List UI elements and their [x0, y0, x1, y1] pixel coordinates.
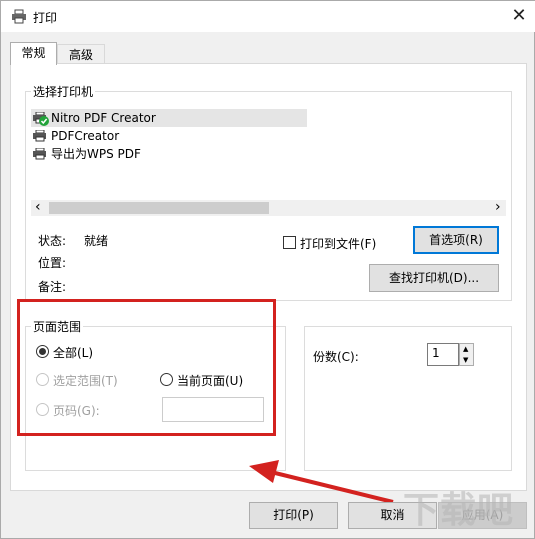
print-button[interactable]: 打印(P)	[249, 502, 338, 529]
title-bar: 打印 ✕	[1, 1, 535, 32]
printer-list: Nitro PDF Creator PDFCreator 导出为WPS PDF	[31, 109, 506, 163]
close-icon[interactable]: ✕	[507, 5, 531, 27]
location-label: 位置:	[38, 256, 67, 270]
printer-icon	[33, 130, 46, 142]
scroll-right-icon[interactable]: ›	[495, 199, 501, 215]
stepper-up-icon[interactable]: ▲	[463, 344, 468, 354]
printer-item-nitro[interactable]: Nitro PDF Creator	[31, 109, 307, 127]
printer-icon	[12, 9, 26, 24]
preferences-button[interactable]: 首选项(R)	[413, 226, 499, 254]
horizontal-scrollbar[interactable]: ‹ ›	[31, 199, 506, 216]
printer-icon	[33, 148, 46, 160]
default-check-icon	[39, 116, 49, 126]
copies-label: 份数(C):	[313, 350, 359, 364]
printer-item-wps-pdf[interactable]: 导出为WPS PDF	[31, 145, 506, 163]
select-printer-legend: 选择打印机	[31, 83, 96, 100]
window-title: 打印	[33, 11, 58, 25]
printer-name: 导出为WPS PDF	[51, 147, 141, 161]
find-printer-button[interactable]: 查找打印机(D)...	[369, 264, 499, 292]
status-value: 就绪	[84, 234, 109, 248]
printer-name: Nitro PDF Creator	[51, 111, 156, 125]
print-to-file-label: 打印到文件(F)	[300, 237, 377, 251]
tab-general[interactable]: 常规	[10, 42, 57, 65]
scroll-left-icon[interactable]: ‹	[35, 199, 41, 215]
scrollbar-thumb[interactable]	[49, 202, 269, 214]
print-dialog: 打印 ✕ 常规 高级 选择打印机 Nitro PDF Creator PDFCr…	[0, 0, 535, 539]
annotation-highlight-box	[17, 299, 276, 436]
annotation-arrow-icon	[249, 460, 394, 504]
copies-input[interactable]: 1	[427, 343, 459, 366]
printer-name: PDFCreator	[51, 129, 120, 143]
printer-item-pdfcreator[interactable]: PDFCreator	[31, 127, 506, 145]
comment-label: 备注:	[38, 280, 67, 294]
tab-advanced[interactable]: 高级	[57, 44, 105, 64]
status-label: 状态:	[38, 234, 67, 248]
stepper-down-icon[interactable]: ▼	[463, 355, 468, 365]
watermark-logo: 下载吧	[403, 490, 515, 531]
copies-stepper[interactable]: ▲ ▼	[459, 343, 474, 366]
print-to-file-checkbox[interactable]	[283, 236, 296, 249]
